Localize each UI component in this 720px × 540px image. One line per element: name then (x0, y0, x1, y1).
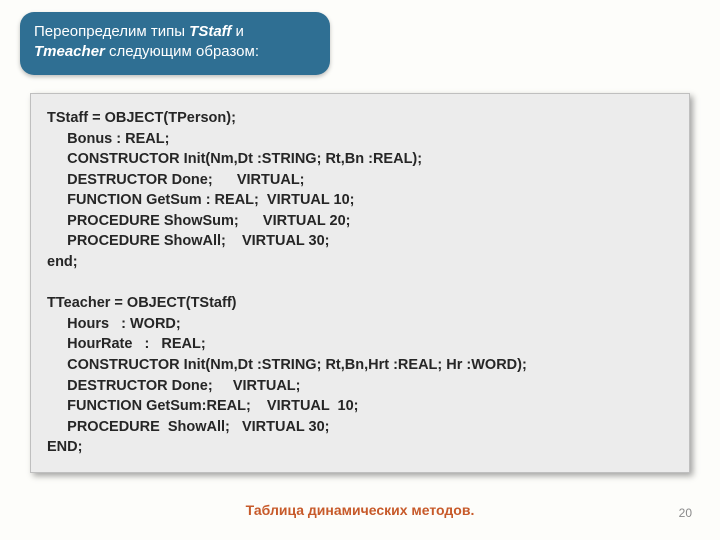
callout-suffix: следующим образом: (105, 43, 259, 60)
callout-middle: и (231, 23, 244, 40)
callout-box: Переопределим типы TStaff и Tтeacher сле… (20, 12, 330, 75)
code-block: TStaff = OBJECT(TPerson); Bonus : REAL; … (30, 93, 690, 473)
callout-type2: Tтeacher (34, 43, 105, 60)
caption: Таблица динамических методов. (0, 502, 720, 518)
slide: Переопределим типы TStaff и Tтeacher сле… (0, 0, 720, 540)
callout-type1: TStaff (189, 23, 231, 40)
page-number: 20 (679, 506, 692, 520)
callout-prefix: Переопределим типы (34, 23, 189, 40)
